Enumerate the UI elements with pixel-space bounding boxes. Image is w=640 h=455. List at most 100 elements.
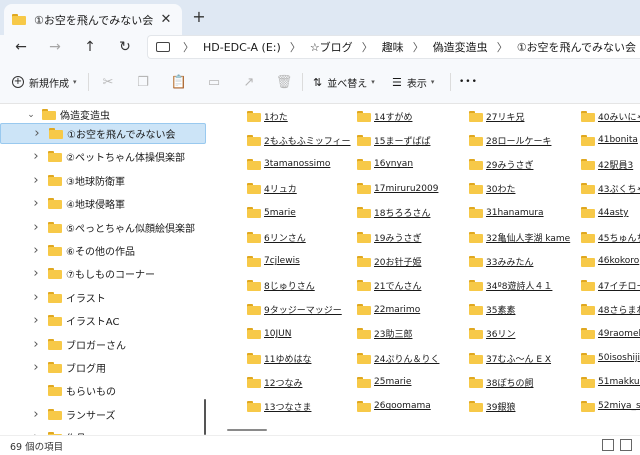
folder-item[interactable]: 11ゆめはな <box>247 350 311 366</box>
chevron-right-icon[interactable]: › <box>31 337 41 352</box>
details-view-icon[interactable] <box>602 439 614 451</box>
folder-item[interactable]: 17miruru2009 <box>357 181 438 197</box>
chevron-right-icon[interactable]: › <box>31 220 41 235</box>
copy-icon[interactable]: ❐ <box>133 72 153 92</box>
breadcrumb-parent[interactable]: 偽造変造虫 <box>433 39 488 55</box>
folder-item[interactable]: 5marie <box>247 205 296 221</box>
folder-item[interactable]: 8じゅりさん <box>247 277 315 293</box>
folder-item[interactable]: 33みみたん <box>469 253 533 269</box>
up-button[interactable]: ↑ <box>79 36 101 58</box>
breadcrumb-drive[interactable]: HD-EDC-A (E:) <box>203 41 281 54</box>
tree-item[interactable]: › ③地球防衛軍 <box>0 170 206 191</box>
tree-item[interactable]: › ⑦もしものコーナー <box>0 263 206 284</box>
tree-item[interactable]: › ランサーズ <box>0 404 206 425</box>
folder-item[interactable]: 14すがめ <box>357 108 412 124</box>
chevron-right-icon[interactable]: › <box>31 243 41 258</box>
folder-item[interactable]: 50isoshijim <box>581 350 640 366</box>
tree-item[interactable]: › イラスト <box>0 287 206 308</box>
folder-item[interactable]: 9タッジーマッジー <box>247 302 342 318</box>
tree-item[interactable]: › ブログ用 <box>0 357 206 378</box>
chevron-right-icon[interactable]: › <box>31 290 41 305</box>
folder-item[interactable]: 44asty <box>581 205 629 221</box>
folder-item[interactable]: 34º8遊詩人４１ <box>469 277 552 293</box>
folder-item[interactable]: 19みうさぎ <box>357 229 421 245</box>
forward-button[interactable]: → <box>44 36 66 58</box>
chevron-right-icon[interactable]: › <box>32 126 42 141</box>
delete-icon[interactable]: 🗑 <box>274 72 294 92</box>
tree-item[interactable]: › ④地球侵略軍 <box>0 193 206 214</box>
folder-item[interactable]: 30わた <box>469 181 515 197</box>
folder-item[interactable]: 15まーずぱぱ <box>357 132 430 148</box>
chevron-right-icon[interactable]: › <box>31 196 41 211</box>
breadcrumb-hobby[interactable]: 趣味 <box>382 39 404 55</box>
folder-item[interactable]: 2もふもふミッフィー <box>247 132 351 148</box>
breadcrumb-blog[interactable]: ☆ブログ <box>310 39 353 55</box>
tree-item[interactable]: › ①お空を飛んでみない会 <box>0 123 206 144</box>
new-tab-button[interactable]: + <box>190 8 208 26</box>
folder-item[interactable]: 51makkun <box>581 374 640 390</box>
refresh-button[interactable]: ↻ <box>114 36 136 58</box>
folder-item[interactable]: 43ぷくちゃい <box>581 181 640 197</box>
paste-icon[interactable]: 📋 <box>169 72 189 92</box>
folder-item[interactable]: 26qoomama <box>357 398 431 414</box>
close-tab-icon[interactable]: ✕ <box>158 12 174 27</box>
view-button[interactable]: ☰ 表示 ▾ <box>392 72 434 92</box>
tree-item[interactable]: › ②ペットちゃん体操倶楽部 <box>0 146 206 167</box>
folder-item[interactable]: 25marie <box>357 374 411 390</box>
folder-item[interactable]: 16ynyan <box>357 156 413 172</box>
tree-item[interactable]: › ⑤ぺっとちゃん似顔絵倶楽部 <box>0 217 206 238</box>
folder-item[interactable]: 47イチロー <box>581 277 640 293</box>
folder-item[interactable]: 10JUN <box>247 326 291 342</box>
folder-item[interactable]: 12つなみ <box>247 374 302 390</box>
chevron-right-icon[interactable]: › <box>31 266 41 281</box>
folder-item[interactable]: 24ぷりん＆りく <box>357 350 439 366</box>
folder-item[interactable]: 35素素 <box>469 302 515 318</box>
folder-item[interactable]: 48さらまわし <box>581 302 640 318</box>
pane-splitter-handle[interactable] <box>204 399 206 435</box>
folder-item[interactable]: 4リュカ <box>247 181 297 197</box>
folder-item[interactable]: 23助三郎 <box>357 326 412 342</box>
folder-item[interactable]: 13つなさま <box>247 398 311 414</box>
folder-item[interactable]: 42駅員3 <box>581 156 633 172</box>
tree-item[interactable]: › イラストAC <box>0 310 206 331</box>
sort-button[interactable]: ⇅ 並べ替え ▾ <box>313 72 375 92</box>
folder-item[interactable]: 20お针子姫 <box>357 253 421 269</box>
folder-item[interactable]: 52miya_syo <box>581 398 640 414</box>
folder-item[interactable]: 28ロールケーキ <box>469 132 551 148</box>
tree-item[interactable]: もらいもの <box>0 380 206 401</box>
folder-item[interactable]: 7cjlewis <box>247 253 300 269</box>
folder-item[interactable]: 37むふ～ん E X <box>469 350 551 366</box>
breadcrumb-current[interactable]: ①お空を飛んでみない会 <box>517 39 636 55</box>
tree-item[interactable]: › ⑥その他の作品 <box>0 240 206 261</box>
address-bar[interactable]: 〉 HD-EDC-A (E:) 〉 ☆ブログ 〉 趣味 〉 偽造変造虫 〉 ①お… <box>147 35 640 59</box>
chevron-down-icon[interactable]: ⌄ <box>26 110 36 120</box>
folder-item[interactable]: 1わた <box>247 108 288 124</box>
chevron-right-icon[interactable]: › <box>31 360 41 375</box>
chevron-right-icon[interactable]: › <box>31 407 41 422</box>
tree-item[interactable]: › ブロガーさん <box>0 334 206 355</box>
folder-item[interactable]: 6リンさん <box>247 229 306 245</box>
back-button[interactable]: ← <box>10 36 32 58</box>
folder-item[interactable]: 22marimo <box>357 302 420 318</box>
folder-item[interactable]: 36リン <box>469 326 515 342</box>
chevron-right-icon[interactable]: › <box>31 173 41 188</box>
folder-item[interactable]: 40みいにゃん <box>581 108 640 124</box>
folder-item[interactable]: 49raomelo <box>581 326 640 342</box>
folder-item[interactable]: 31hanamura <box>469 205 544 221</box>
folder-item[interactable]: 27リキ兄 <box>469 108 524 124</box>
folder-item[interactable]: 29みうさぎ <box>469 156 533 172</box>
more-options-button[interactable]: ••• <box>459 72 478 92</box>
share-icon[interactable]: ↗ <box>239 72 259 92</box>
chevron-right-icon[interactable]: › <box>31 313 41 328</box>
horizontal-scrollbar[interactable] <box>227 429 267 431</box>
folder-item[interactable]: 32亀仙人李湖 kame <box>469 229 570 245</box>
folder-item[interactable]: 39銀狼 <box>469 398 515 414</box>
folder-item[interactable]: 38ぽちの飼 <box>469 374 533 390</box>
tree-item[interactable]: ›作品 <box>0 427 206 435</box>
folder-item[interactable]: 41bonita <box>581 132 638 148</box>
folder-item[interactable]: 18ちろろさん <box>357 205 430 221</box>
chevron-right-icon[interactable]: › <box>31 149 41 164</box>
rename-icon[interactable]: ▭ <box>204 72 224 92</box>
new-button[interactable]: + 新規作成 ▾ <box>12 72 77 92</box>
tree-item-parent[interactable]: ⌄ 偽造変造虫 <box>0 104 206 125</box>
